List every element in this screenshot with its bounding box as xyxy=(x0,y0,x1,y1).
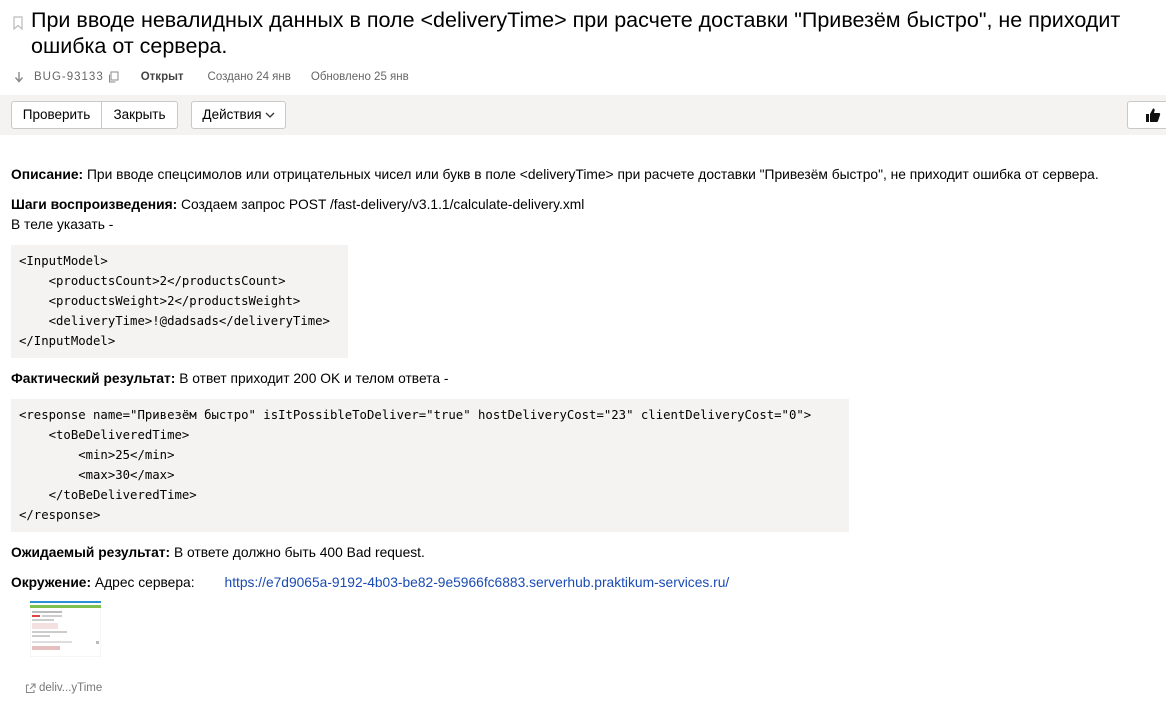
check-button[interactable]: Проверить xyxy=(11,101,102,129)
attachment-thumbnail[interactable] xyxy=(30,601,101,657)
actual-label: Фактический результат: xyxy=(11,371,176,386)
description-row: Описание: При вводе спецсимолов или отри… xyxy=(11,165,1099,185)
attachment-name: deliv...yTime xyxy=(39,682,103,694)
issue-key: BUG-93133 xyxy=(34,71,104,83)
steps-text: Создаем запрос POST /fast-delivery/v3.1.… xyxy=(177,197,585,212)
actual-text: В ответ приходит 200 OK и телом ответа - xyxy=(175,371,449,386)
bookmark-icon[interactable] xyxy=(12,16,24,30)
actions-dropdown[interactable]: Действия xyxy=(191,101,286,129)
external-link-icon xyxy=(25,682,36,693)
action-toolbar: Проверить Закрыть Действия xyxy=(0,95,1166,135)
request-code-block: <InputModel> <productsCount>2</productsC… xyxy=(11,245,348,358)
description-text: При вводе спецсимолов или отрицательных … xyxy=(83,167,1099,182)
steps-label: Шаги воспроизведения: xyxy=(11,197,178,212)
like-button[interactable] xyxy=(1127,101,1166,129)
issue-title: При вводе невалидных данных в поле <deli… xyxy=(31,8,1121,58)
actions-label: Действия xyxy=(202,107,262,122)
actual-row: Фактический результат: В ответ приходит … xyxy=(11,369,448,389)
server-link[interactable]: https://e7d9065a-9192-4b03-be82-9e5966fc… xyxy=(225,575,730,590)
chevron-down-icon xyxy=(265,112,275,118)
expected-row: Ожидаемый результат: В ответе должно быт… xyxy=(11,543,425,563)
steps-body-text: В теле указать - xyxy=(11,217,114,232)
environment-row: Окружение: Адрес сервера: https://e7d9065… xyxy=(11,573,729,593)
attachment-link[interactable]: deliv...yTime xyxy=(25,678,102,698)
steps-row: Шаги воспроизведения: Создаем запрос POS… xyxy=(11,195,584,215)
copy-icon[interactable] xyxy=(108,71,119,83)
description-label: Описание: xyxy=(11,167,84,182)
status-badge[interactable]: Открыт xyxy=(141,71,184,83)
environment-text: Адрес сервера: xyxy=(91,575,195,590)
expected-label: Ожидаемый результат: xyxy=(11,545,171,560)
arrow-down-icon xyxy=(14,72,24,83)
issue-meta: BUG-93133 Открыт Создано 24 янв Обновлен… xyxy=(14,68,409,86)
created-date: Создано 24 янв xyxy=(207,71,291,83)
response-code-block: <response name="Привезём быстро" isItPos… xyxy=(11,399,849,532)
environment-label: Окружение: xyxy=(11,575,92,590)
updated-date: Обновлено 25 янв xyxy=(310,71,409,83)
thumbs-up-icon xyxy=(1145,108,1160,123)
close-button[interactable]: Закрыть xyxy=(101,101,178,129)
expected-text: В ответе должно быть 400 Bad request. xyxy=(170,545,425,560)
